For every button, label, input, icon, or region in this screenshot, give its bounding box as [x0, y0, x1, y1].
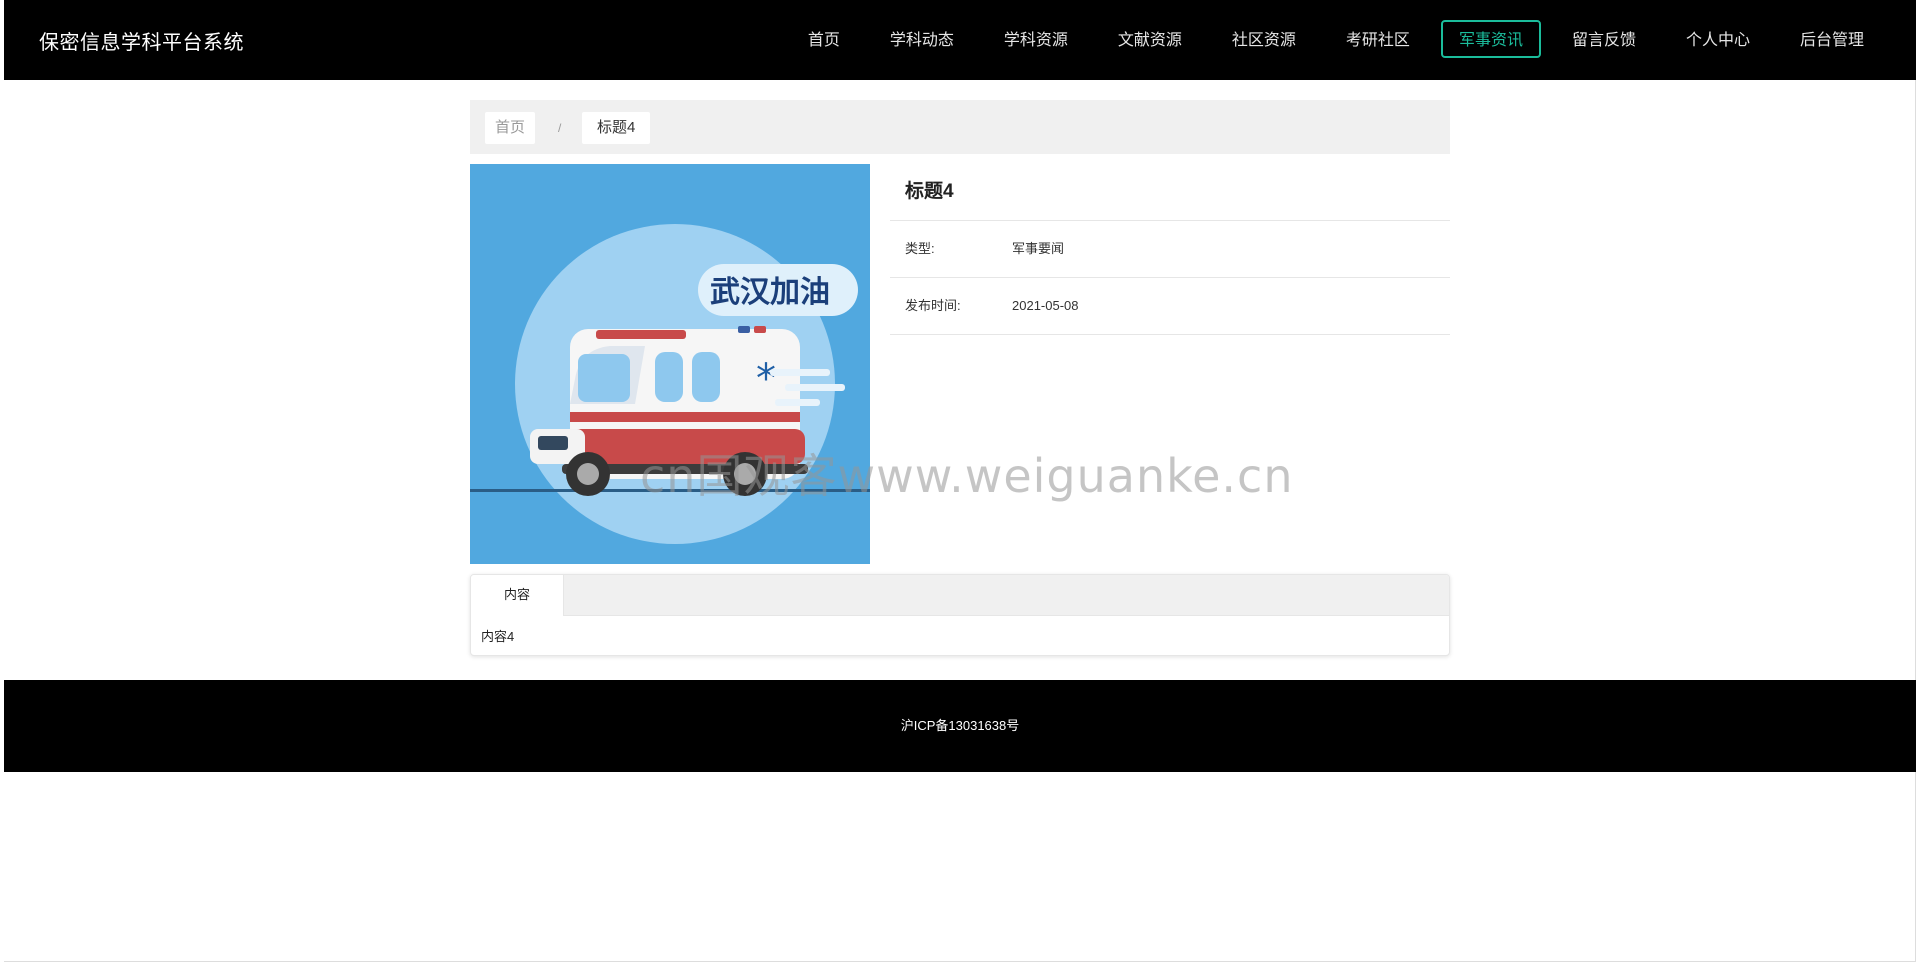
main-content: 首页 / 标题4 武汉加油 * 标题4 类型: 军事要闻 发布时间: 2021-…	[470, 100, 1450, 656]
nav-military-news[interactable]: 军事资讯	[1440, 20, 1541, 58]
icp-text: 沪ICP备13031638号	[900, 718, 1020, 733]
nav-admin[interactable]: 后台管理	[1775, 20, 1889, 58]
cover-image: 武汉加油 *	[470, 164, 870, 564]
article-detail: 武汉加油 * 标题4 类型: 军事要闻 发布时间: 2021-05-08	[470, 164, 1450, 564]
breadcrumb-current: 标题4	[582, 112, 651, 144]
tab-content[interactable]: 内容	[471, 575, 564, 616]
date-label: 发布时间:	[905, 298, 961, 313]
breadcrumb-home[interactable]: 首页	[485, 112, 536, 144]
date-value: 2021-05-08	[1012, 298, 1079, 313]
tab-header: 内容	[471, 575, 1449, 616]
cover-slogan: 武汉加油	[710, 275, 830, 310]
tab-body: 内容4	[481, 629, 515, 644]
main-nav: 首页 学科动态 学科资源 文献资源 社区资源 考研社区 军事资讯 留言反馈 个人…	[783, 20, 1889, 58]
article-info: 标题4 类型: 军事要闻 发布时间: 2021-05-08	[890, 164, 1450, 335]
ambulance-illustration: 武汉加油 *	[470, 164, 870, 564]
article-date-row: 发布时间: 2021-05-08	[890, 278, 1450, 335]
nav-postgrad-community[interactable]: 考研社区	[1321, 20, 1435, 58]
type-label: 类型:	[905, 241, 935, 256]
svg-text:*: *	[756, 356, 776, 402]
breadcrumb-separator: /	[558, 121, 562, 135]
top-navbar: 保密信息学科平台系统 首页 学科动态 学科资源 文献资源 社区资源 考研社区 军…	[4, 0, 1916, 80]
type-value: 军事要闻	[1012, 241, 1065, 256]
nav-feedback[interactable]: 留言反馈	[1547, 20, 1661, 58]
breadcrumb: 首页 / 标题4	[470, 100, 1450, 154]
site-title[interactable]: 保密信息学科平台系统	[39, 26, 244, 55]
nav-user-center[interactable]: 个人中心	[1661, 20, 1775, 58]
nav-literature-resources[interactable]: 文献资源	[1093, 20, 1207, 58]
article-type-row: 类型: 军事要闻	[890, 221, 1450, 278]
content-tabs: 内容 内容4	[470, 574, 1450, 656]
nav-discipline-resources[interactable]: 学科资源	[979, 20, 1093, 58]
article-title: 标题4	[890, 164, 1450, 221]
nav-discipline-news[interactable]: 学科动态	[865, 20, 979, 58]
nav-community-resources[interactable]: 社区资源	[1207, 20, 1321, 58]
nav-home[interactable]: 首页	[783, 20, 865, 58]
footer: 沪ICP备13031638号	[4, 680, 1916, 772]
